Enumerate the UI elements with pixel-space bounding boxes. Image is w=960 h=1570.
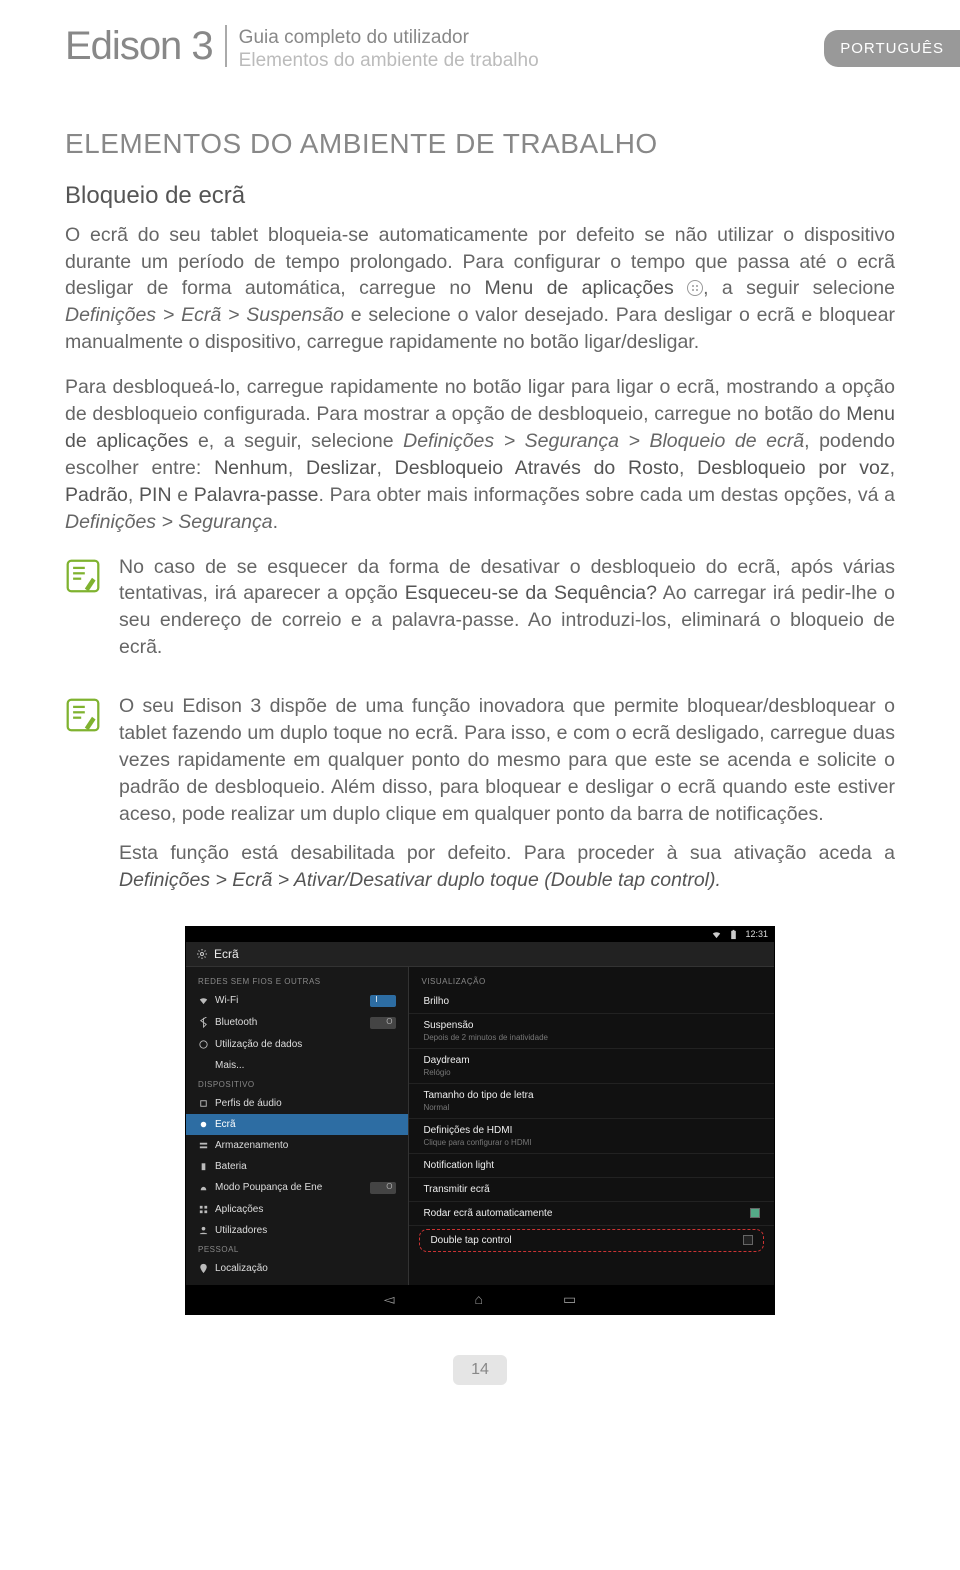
panel-item-hdmi[interactable]: Definições de HDMIClique para configurar… bbox=[409, 1119, 774, 1154]
status-time: 12:31 bbox=[745, 929, 768, 939]
note-2: O seu Edison 3 dispõe de uma função inov… bbox=[65, 693, 895, 905]
sidebar-item-more[interactable]: Mais... bbox=[186, 1055, 408, 1076]
panel-item-brightness[interactable]: Brilho bbox=[409, 990, 774, 1014]
settings-title-bar: Ecrã bbox=[186, 942, 774, 967]
sidebar-item-apps[interactable]: Aplicações bbox=[186, 1199, 408, 1220]
page-number: 14 bbox=[453, 1355, 507, 1385]
toggle-off[interactable] bbox=[370, 1017, 396, 1029]
sidebar-item-wifi[interactable]: Wi-Fi bbox=[186, 990, 408, 1012]
panel-item-autorotate[interactable]: Rodar ecrã automaticamente bbox=[409, 1202, 774, 1226]
sidebar-item-eco[interactable]: Modo Poupança de Ene bbox=[186, 1177, 408, 1199]
panel-item-fontsize[interactable]: Tamanho do tipo de letraNormal bbox=[409, 1084, 774, 1119]
paragraph-1: O ecrã do seu tablet bloqueia-se automat… bbox=[65, 222, 895, 357]
sidebar-item-data[interactable]: Utilização de dados bbox=[186, 1034, 408, 1055]
sidebar-item-location[interactable]: Localização bbox=[186, 1258, 408, 1279]
data-icon bbox=[198, 1039, 209, 1050]
checkbox[interactable] bbox=[750, 1208, 760, 1218]
language-tab: PORTUGUÊS bbox=[824, 30, 960, 67]
bluetooth-icon bbox=[198, 1017, 209, 1028]
sidebar-item-storage[interactable]: Armazenamento bbox=[186, 1135, 408, 1156]
page-header: Edison 3 Guia completo do utilizador Ele… bbox=[65, 25, 895, 73]
panel-heading: VISUALIZAÇÃO bbox=[409, 973, 774, 990]
home-icon[interactable]: ⌂ bbox=[475, 1291, 483, 1308]
note-1-text: No caso de se esquecer da forma de desat… bbox=[119, 554, 895, 662]
users-icon bbox=[198, 1225, 209, 1236]
panel-item-sleep[interactable]: SuspensãoDepois de 2 minutos de inativid… bbox=[409, 1014, 774, 1049]
audio-icon bbox=[198, 1098, 209, 1109]
settings-sidebar: REDES SEM FIOS E OUTRAS Wi-Fi Bluetooth … bbox=[186, 967, 409, 1285]
back-icon[interactable]: ◅ bbox=[384, 1291, 395, 1308]
display-icon bbox=[198, 1119, 209, 1130]
location-icon bbox=[198, 1263, 209, 1274]
nav-bar: ◅ ⌂ ▭ bbox=[186, 1285, 774, 1314]
storage-icon bbox=[198, 1140, 209, 1151]
gear-icon bbox=[196, 948, 208, 960]
battery-icon bbox=[198, 1161, 209, 1172]
settings-panel: VISUALIZAÇÃO Brilho SuspensãoDepois de 2… bbox=[409, 967, 774, 1285]
section-heading: ELEMENTOS DO AMBIENTE DE TRABALHO bbox=[65, 128, 895, 160]
status-bar: 12:31 bbox=[186, 927, 774, 942]
sidebar-heading: REDES SEM FIOS E OUTRAS bbox=[186, 973, 408, 990]
sidebar-heading: DISPOSITIVO bbox=[186, 1076, 408, 1093]
toggle-off[interactable] bbox=[370, 1182, 396, 1194]
wifi-icon bbox=[198, 995, 209, 1006]
recent-icon[interactable]: ▭ bbox=[563, 1291, 576, 1308]
apps-icon bbox=[198, 1204, 209, 1215]
battery-icon bbox=[728, 929, 739, 940]
apps-grid-icon bbox=[687, 280, 703, 296]
header-section-name: Elementos do ambiente de trabalho bbox=[239, 50, 539, 73]
brand-name: Edison 3 bbox=[65, 25, 227, 67]
sidebar-heading: PESSOAL bbox=[186, 1241, 408, 1258]
eco-icon bbox=[198, 1182, 209, 1193]
wifi-icon bbox=[711, 929, 722, 940]
panel-item-daydream[interactable]: DaydreamRelógio bbox=[409, 1049, 774, 1084]
note-2-text-1: O seu Edison 3 dispõe de uma função inov… bbox=[119, 693, 895, 828]
panel-item-double-tap[interactable]: Double tap control bbox=[419, 1229, 764, 1252]
header-guide-title: Guia completo do utilizador bbox=[239, 27, 539, 50]
sidebar-item-battery[interactable]: Bateria bbox=[186, 1156, 408, 1177]
checkbox[interactable] bbox=[743, 1235, 753, 1245]
note-2-text-2: Esta função está desabilitada por defeit… bbox=[119, 840, 895, 894]
note-1: No caso de se esquecer da forma de desat… bbox=[65, 554, 895, 674]
sidebar-item-bluetooth[interactable]: Bluetooth bbox=[186, 1012, 408, 1034]
note-icon bbox=[65, 558, 101, 594]
toggle-on[interactable] bbox=[370, 995, 396, 1007]
panel-item-cast[interactable]: Transmitir ecrã bbox=[409, 1178, 774, 1202]
note-icon bbox=[65, 697, 101, 733]
sidebar-item-screen[interactable]: Ecrã bbox=[186, 1114, 408, 1135]
sidebar-item-users[interactable]: Utilizadores bbox=[186, 1220, 408, 1241]
settings-screenshot: 12:31 Ecrã REDES SEM FIOS E OUTRAS Wi-Fi… bbox=[185, 926, 775, 1315]
panel-item-notification-light[interactable]: Notification light bbox=[409, 1154, 774, 1178]
paragraph-2: Para desbloqueá-lo, carregue rapidamente… bbox=[65, 374, 895, 535]
subsection-heading: Bloqueio de ecrã bbox=[65, 182, 895, 210]
sidebar-item-audio[interactable]: Perfis de áudio bbox=[186, 1093, 408, 1114]
